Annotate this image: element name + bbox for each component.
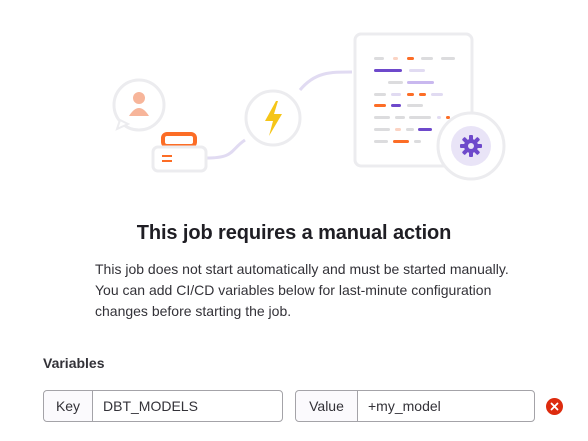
- key-addon: Key: [44, 391, 93, 421]
- user-icon: [112, 78, 166, 132]
- remove-variable-button[interactable]: [546, 398, 563, 415]
- briefcase-icon: [151, 132, 208, 173]
- variable-value-field: Value: [295, 390, 535, 422]
- empty-state-description: This job does not start automatically an…: [95, 261, 509, 319]
- value-addon: Value: [296, 391, 358, 421]
- gear-icon: [436, 111, 506, 181]
- variable-key-input[interactable]: [93, 391, 282, 421]
- variable-value-input[interactable]: [358, 391, 534, 421]
- remove-icon: [550, 402, 559, 411]
- variable-key-field: Key: [43, 390, 283, 422]
- variables-label: Variables: [43, 355, 105, 371]
- lightning-icon: [244, 89, 302, 147]
- empty-state-title: This job requires a manual action: [136, 222, 452, 244]
- manual-job-illustration: [112, 32, 506, 181]
